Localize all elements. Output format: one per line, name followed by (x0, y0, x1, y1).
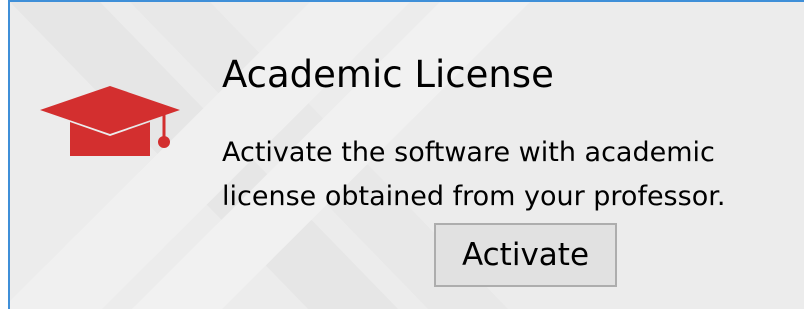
license-description: Activate the software with academic lice… (222, 137, 726, 212)
graduation-cap-icon (40, 86, 180, 156)
activate-button[interactable]: Activate (434, 223, 617, 287)
academic-license-page: Academic License Activate the software w… (0, 0, 804, 309)
license-title: Academic License (222, 53, 554, 96)
academic-license-card: Academic License Activate the software w… (8, 0, 804, 309)
